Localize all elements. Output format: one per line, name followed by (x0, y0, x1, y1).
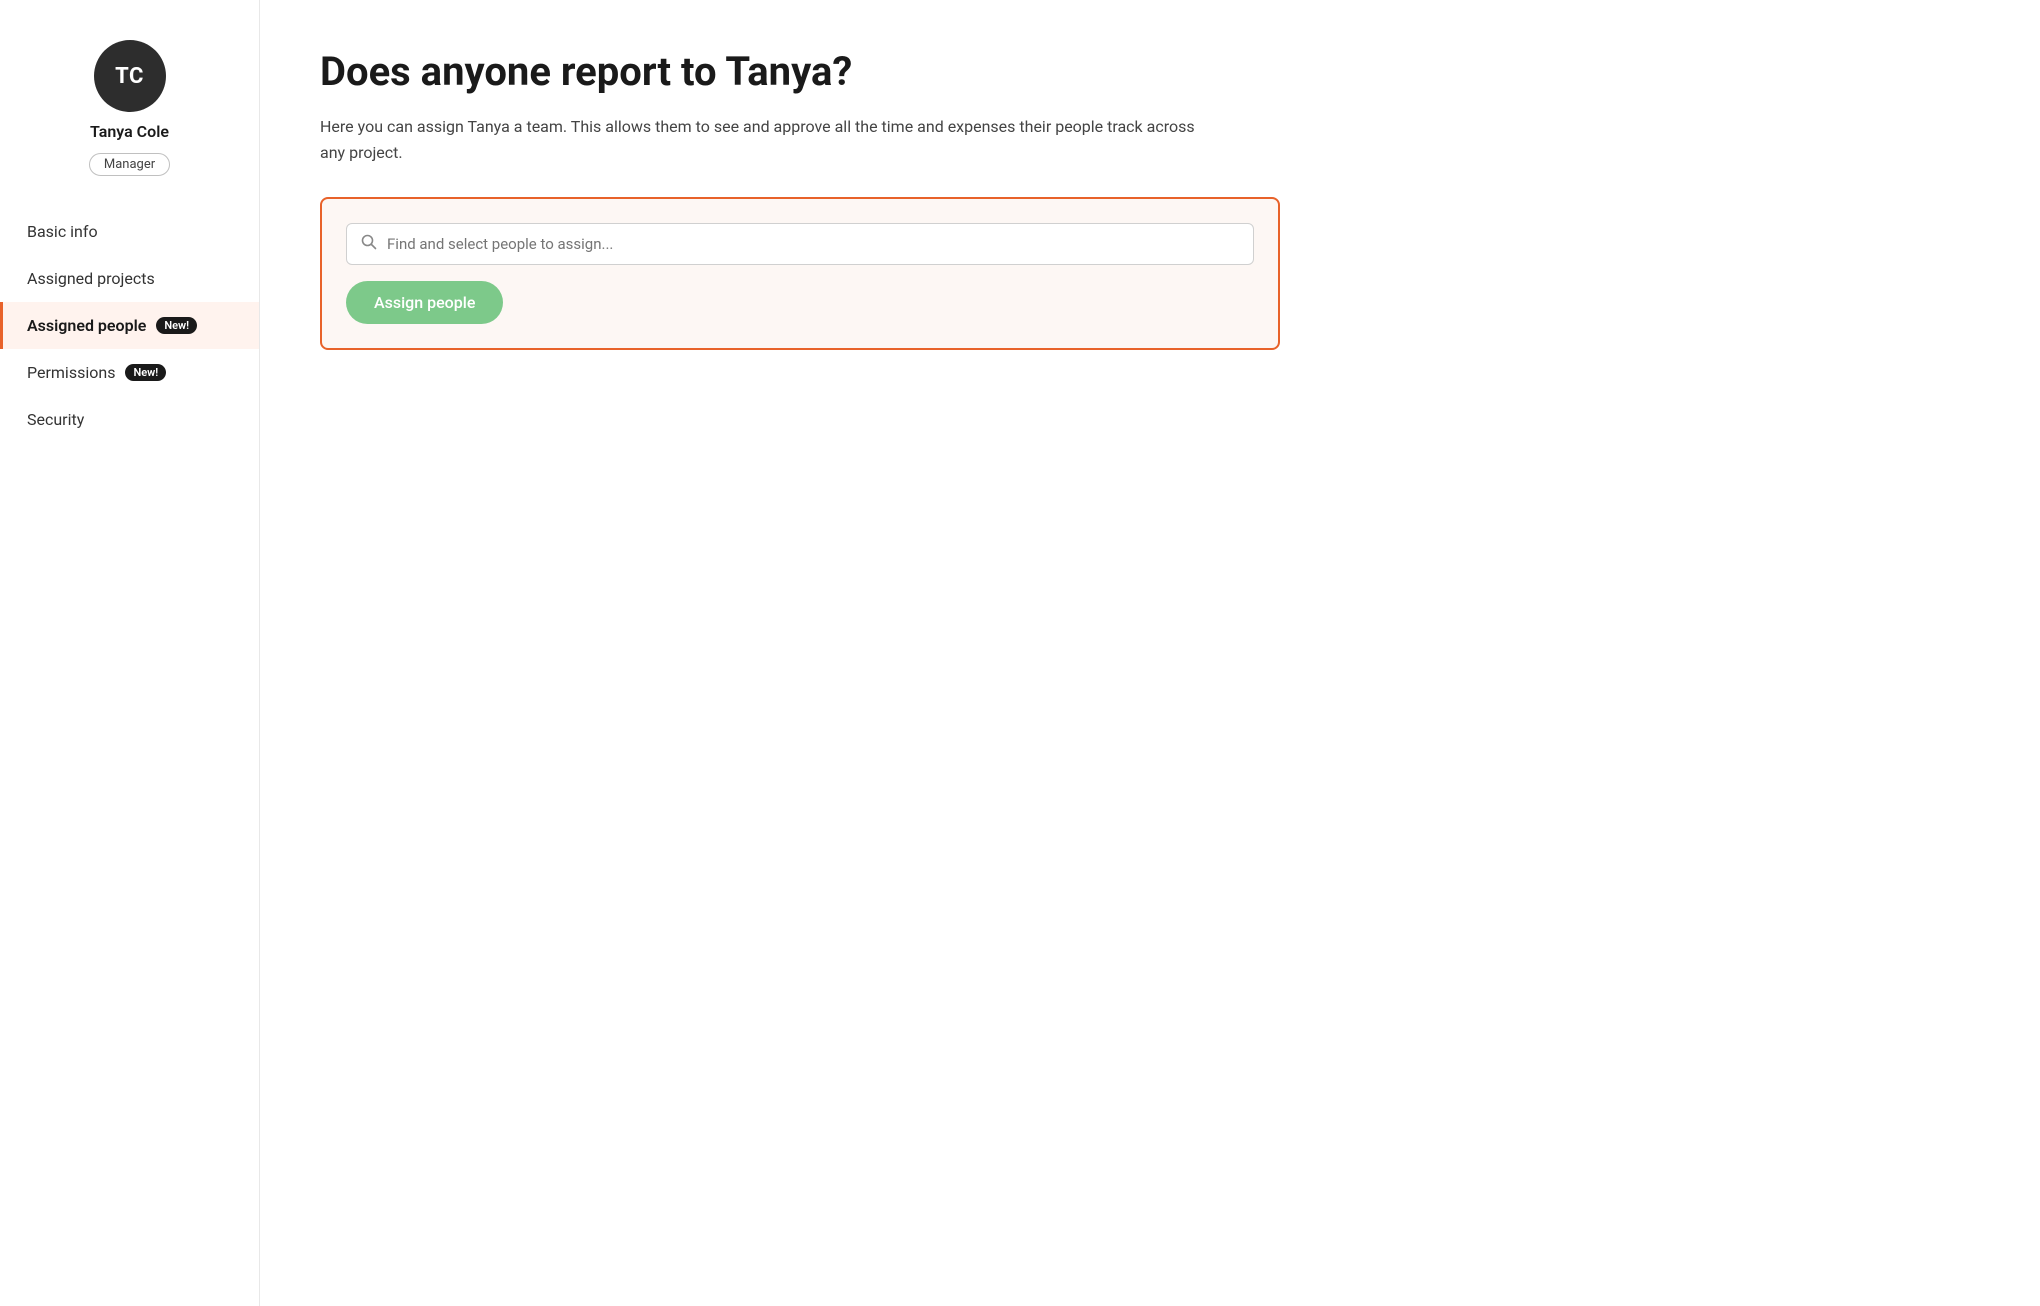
sidebar-item-assigned-people[interactable]: Assigned people New! (0, 302, 259, 349)
sidebar-item-basic-info[interactable]: Basic info (0, 208, 259, 255)
page-title: Does anyone report to Tanya? (320, 48, 1400, 96)
nav-list: Basic info Assigned projects Assigned pe… (0, 208, 259, 443)
search-icon (361, 234, 377, 254)
sidebar-item-security[interactable]: Security (0, 396, 259, 443)
sidebar-item-permissions[interactable]: Permissions New! (0, 349, 259, 396)
user-name: Tanya Cole (90, 122, 169, 143)
main-content: Does anyone report to Tanya? Here you ca… (260, 0, 1460, 1306)
sidebar-item-assigned-projects[interactable]: Assigned projects (0, 255, 259, 302)
sidebar-item-label: Permissions (27, 363, 115, 382)
user-profile: TC Tanya Cole Manager (0, 24, 259, 200)
sidebar-item-label: Basic info (27, 222, 98, 241)
new-badge-assigned-people: New! (156, 317, 197, 334)
new-badge-permissions: New! (125, 364, 166, 381)
assign-panel: Assign people (320, 197, 1280, 350)
search-input[interactable] (387, 235, 1239, 253)
avatar: TC (94, 40, 166, 112)
sidebar-item-label: Security (27, 410, 84, 429)
sidebar: TC Tanya Cole Manager Basic info Assigne… (0, 0, 260, 1306)
page-description: Here you can assign Tanya a team. This a… (320, 114, 1220, 165)
sidebar-item-label: Assigned people (27, 316, 146, 335)
user-role-badge: Manager (89, 153, 170, 176)
sidebar-item-label: Assigned projects (27, 269, 155, 288)
search-bar (346, 223, 1254, 265)
assign-people-button[interactable]: Assign people (346, 281, 503, 324)
